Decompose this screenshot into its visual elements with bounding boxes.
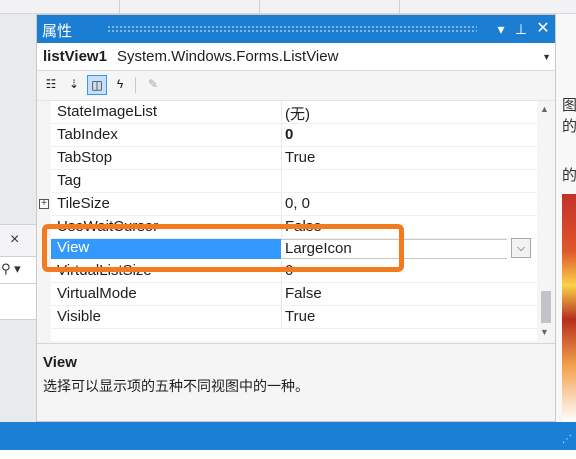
property-row[interactable]: TabStop True	[37, 147, 537, 170]
column-divider	[281, 306, 282, 329]
close-icon[interactable]: ✕	[533, 19, 553, 39]
description-text: 选择可以显示项的五种不同视图中的一种。	[43, 378, 309, 394]
property-row[interactable]: TabIndex 0	[37, 124, 537, 147]
property-value[interactable]: (无)	[285, 103, 535, 123]
property-name: Tag	[57, 172, 82, 189]
background-left-search[interactable]: ⚲ ▾	[0, 256, 36, 284]
title-grip	[107, 25, 477, 32]
property-name: TabStop	[57, 149, 113, 166]
column-divider	[281, 101, 282, 124]
property-name: View	[51, 239, 281, 259]
chevron-down-icon[interactable]: ⌵	[511, 238, 531, 258]
events-icon[interactable]: ϟ	[110, 75, 130, 95]
panel-title-bar[interactable]: 属性 ▾ ⊥ ✕	[37, 15, 555, 43]
pin-icon[interactable]: ⊥	[511, 19, 531, 39]
object-type: System.Windows.Forms.ListView	[117, 48, 339, 65]
background-text: 图的	[562, 97, 576, 135]
categorized-icon[interactable]: ☷	[41, 75, 61, 95]
background-tab-strip	[0, 0, 576, 14]
background-right-pane: 图的 的	[556, 14, 576, 422]
resize-grip-icon[interactable]: ⋰	[562, 434, 572, 445]
property-row[interactable]: + TileSize 0, 0	[37, 193, 537, 216]
scroll-down-icon[interactable]: ▼	[540, 327, 549, 337]
toolbar-separator	[135, 77, 136, 93]
property-pages-icon[interactable]: ✎	[143, 75, 163, 95]
property-value[interactable]: 0	[285, 262, 535, 282]
property-name: VirtualMode	[57, 285, 137, 302]
property-row[interactable]: Visible True	[37, 306, 537, 329]
column-divider	[281, 124, 282, 147]
property-row[interactable]: VirtualMode False	[37, 283, 537, 306]
vertical-scrollbar[interactable]: ▲ ▼	[537, 101, 555, 341]
description-title: View	[43, 354, 77, 371]
panel-title: 属性	[42, 23, 73, 40]
bottom-strip	[0, 450, 576, 459]
properties-icon[interactable]: ◫	[87, 75, 107, 95]
alphabetical-icon[interactable]: ⇣	[64, 75, 84, 95]
property-name: Visible	[57, 308, 101, 325]
property-name: UseWaitCursor	[57, 218, 159, 235]
property-value-editor[interactable]: LargeIcon	[281, 239, 507, 259]
property-name: TabIndex	[57, 126, 118, 143]
column-divider	[281, 260, 282, 283]
column-divider	[281, 216, 282, 239]
scroll-up-icon[interactable]: ▲	[540, 104, 549, 114]
background-text: 的	[562, 167, 576, 184]
property-value[interactable]: True	[285, 149, 535, 169]
expand-icon[interactable]: +	[39, 199, 49, 209]
property-row[interactable]: StateImageList (无)	[37, 101, 537, 124]
properties-panel: 属性 ▾ ⊥ ✕ listView1 System.Windows.Forms.…	[36, 14, 556, 422]
search-icon: ⚲ ▾	[1, 261, 21, 276]
column-divider	[281, 283, 282, 306]
row-divider	[51, 328, 537, 329]
properties-toolbar: ☷ ⇣ ◫ ϟ ✎	[37, 71, 555, 101]
dropdown-icon[interactable]: ▾	[491, 19, 511, 39]
description-pane: View 选择可以显示项的五种不同视图中的一种。	[37, 343, 555, 421]
property-value[interactable]: 0, 0	[285, 195, 535, 215]
background-left-field	[0, 284, 36, 320]
status-bar: ⋰	[0, 422, 576, 450]
scroll-thumb[interactable]	[541, 291, 551, 323]
chevron-down-icon[interactable]: ▼	[542, 52, 551, 62]
property-name: StateImageList	[57, 103, 158, 120]
property-name: VirtualListSize	[57, 262, 152, 279]
background-image	[562, 194, 576, 422]
property-value[interactable]	[285, 172, 535, 192]
property-row[interactable]: VirtualListSize 0	[37, 260, 537, 283]
column-divider	[281, 193, 282, 216]
property-grid: StateImageList (无) TabIndex 0 TabStop Tr…	[37, 101, 537, 341]
property-row[interactable]: UseWaitCursor False	[37, 216, 537, 239]
background-left-header: ×	[0, 224, 36, 256]
object-selector[interactable]: listView1 System.Windows.Forms.ListView …	[37, 43, 555, 71]
property-row-selected[interactable]: View LargeIcon ⌵	[37, 237, 537, 260]
column-divider	[281, 170, 282, 193]
column-divider	[281, 147, 282, 170]
property-name: TileSize	[57, 195, 110, 212]
background-left-pane: × ⚲ ▾	[0, 14, 36, 422]
property-value[interactable]: False	[285, 285, 535, 305]
property-value[interactable]: True	[285, 308, 535, 328]
property-value[interactable]: 0	[285, 126, 535, 146]
object-name: listView1	[43, 48, 107, 65]
property-row[interactable]: Tag	[37, 170, 537, 193]
property-value[interactable]: False	[285, 218, 535, 238]
close-icon[interactable]: ×	[10, 231, 19, 249]
